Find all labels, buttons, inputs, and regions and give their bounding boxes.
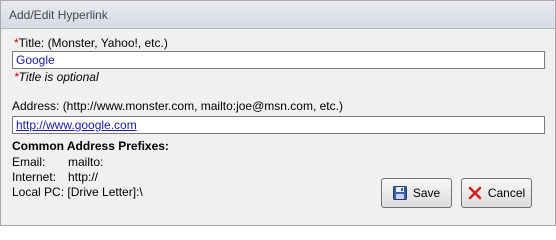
prefix-key: Email:: [12, 155, 46, 169]
prefix-key: Internet:: [12, 170, 57, 184]
title-note: *Title is optional: [14, 70, 99, 84]
prefix-row-local-pc: Local PC: [Drive Letter]:\: [12, 185, 143, 199]
floppy-disk-icon: [392, 186, 407, 200]
save-button-label: Save: [412, 186, 441, 200]
address-label: Address: (http://www.monster.com, mailto…: [12, 99, 343, 113]
add-edit-hyperlink-dialog: Add/Edit Hyperlink *Title: (Monster, Yah…: [0, 0, 556, 226]
cancel-button-label: Cancel: [487, 186, 526, 200]
title-bar: Add/Edit Hyperlink: [1, 1, 555, 29]
dialog-title: Add/Edit Hyperlink: [9, 8, 108, 22]
red-x-icon: [468, 186, 482, 200]
prefix-value: mailto:: [68, 155, 104, 169]
save-button[interactable]: Save: [381, 178, 452, 208]
title-input[interactable]: [12, 51, 545, 69]
prefix-row-internet: Internet: http://: [12, 170, 98, 184]
address-input[interactable]: [12, 116, 545, 134]
prefix-value: http://: [68, 170, 99, 184]
title-note-text: Title is optional: [18, 70, 99, 84]
cancel-button[interactable]: Cancel: [461, 178, 532, 208]
prefix-key: Local PC:: [12, 185, 65, 199]
prefixes-heading: Common Address Prefixes:: [12, 139, 169, 153]
title-label: *Title: (Monster, Yahoo!, etc.): [14, 36, 168, 50]
prefix-row-email: Email: mailto:: [12, 155, 103, 169]
title-label-text: Title: (Monster, Yahoo!, etc.): [18, 36, 168, 50]
prefix-value: [Drive Letter]:\: [67, 185, 143, 199]
